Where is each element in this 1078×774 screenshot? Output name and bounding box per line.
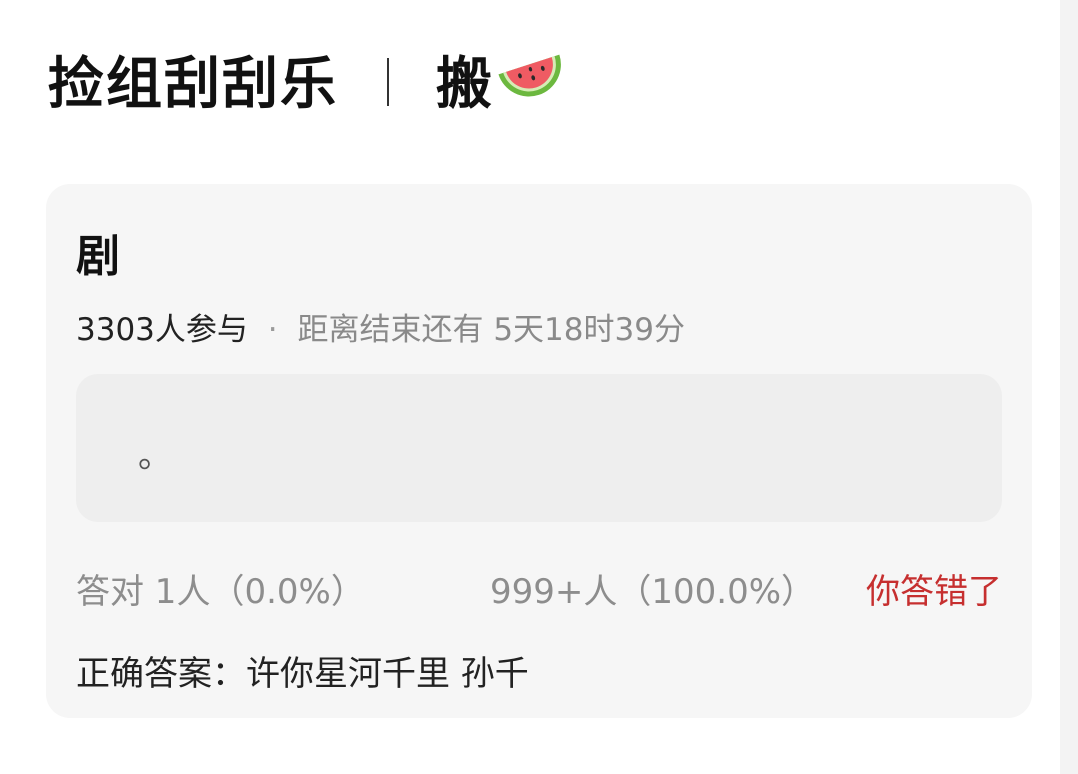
title-text: 捡组刮刮乐 [48, 51, 338, 117]
meta-dot: · [267, 312, 278, 348]
watermelon-icon [496, 54, 568, 114]
user-answer: 。 [138, 436, 172, 476]
quiz-card[interactable]: 剧 3303人参与 · 距离结束还有 5天18时39分 。 答对 1人（0.0%… [46, 184, 1032, 718]
quiz-meta: 3303人参与 · 距离结束还有 5天18时39分 [76, 304, 685, 349]
wrong-stat: 999+人（100.0%） [490, 572, 816, 612]
page: 捡组刮刮乐 ｜ 搬 剧 3303人参与 · 距离结束还有 5天18时39分 。 … [0, 0, 1078, 774]
participant-count: 3303人参与 [76, 312, 248, 348]
answer-box[interactable]: 。 [76, 374, 1002, 522]
title-separator: ｜ [364, 56, 413, 112]
verdict-label: 你答错了 [866, 572, 1002, 612]
title-subtitle: 搬 [436, 51, 495, 117]
post-title: 捡组刮刮乐 ｜ 搬 [48, 34, 568, 124]
quiz-title: 剧 [76, 231, 120, 282]
correct-stat: 答对 1人（0.0%） [76, 572, 365, 612]
scroll-edge [1060, 0, 1078, 774]
time-remaining: 距离结束还有 5天18时39分 [297, 312, 685, 348]
correct-answer: 正确答案：许你星河千里 孙千 [76, 654, 529, 694]
